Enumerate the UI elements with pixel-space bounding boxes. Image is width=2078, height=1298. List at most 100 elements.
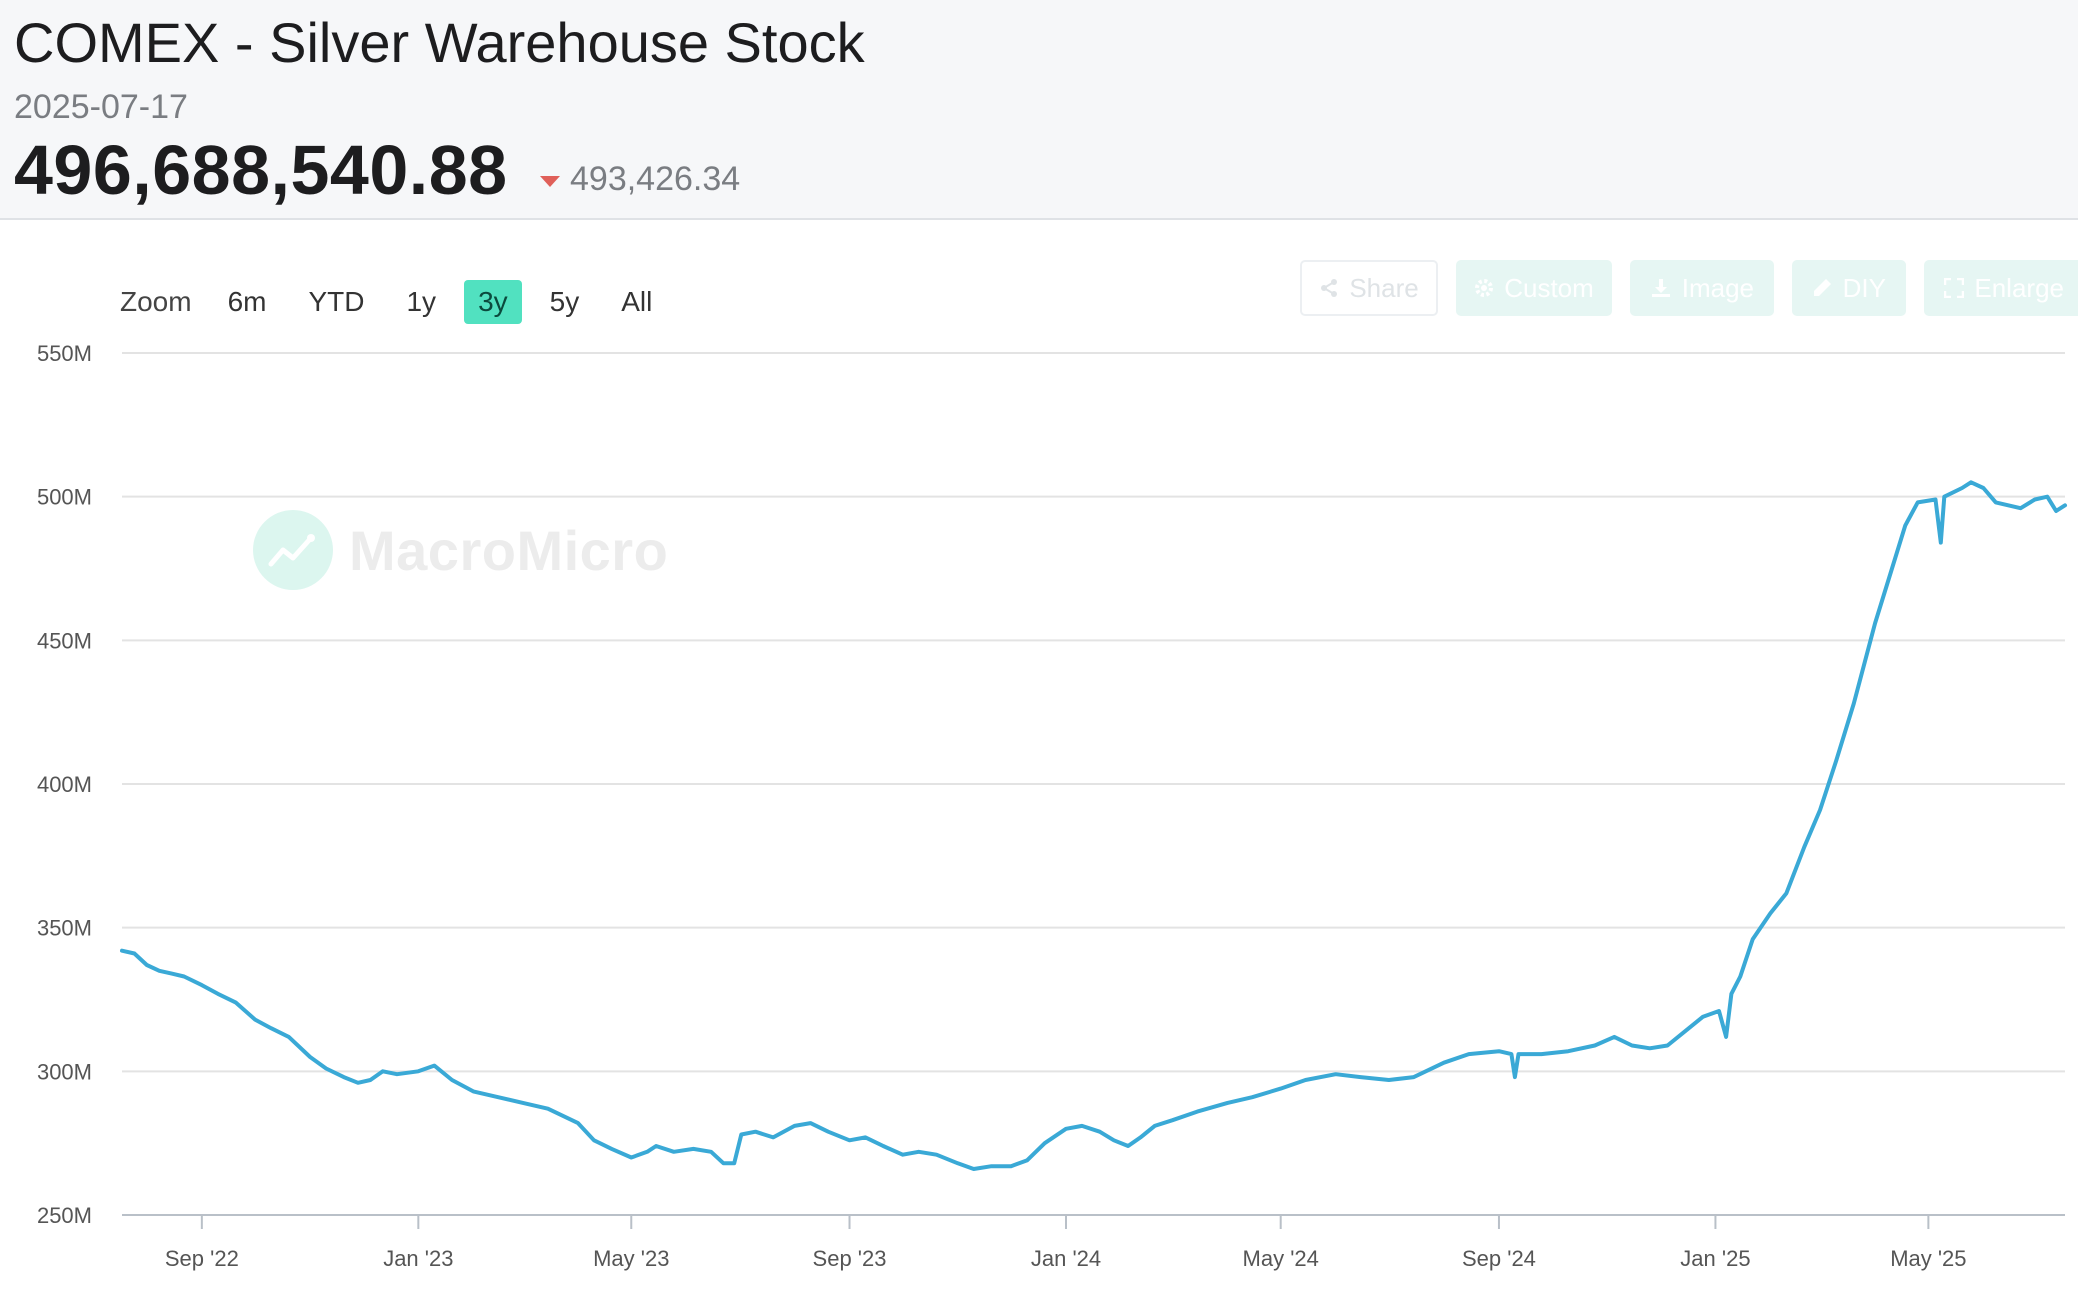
data-point	[234, 1000, 238, 1004]
data-point	[157, 969, 161, 973]
x-tick-label: May '25	[1890, 1246, 1966, 1271]
data-point	[1540, 1052, 1544, 1056]
data-point	[1933, 498, 1937, 502]
data-point	[1942, 495, 1946, 499]
data-point	[1064, 1127, 1068, 1131]
data-point	[1250, 1095, 1254, 1099]
data-point	[145, 963, 149, 967]
y-tick-label: 400M	[37, 772, 92, 797]
data-point	[917, 1150, 921, 1154]
data-point	[1873, 621, 1877, 625]
data-point	[934, 1153, 938, 1157]
data-point	[1387, 1078, 1391, 1082]
data-point	[2054, 509, 2058, 513]
data-point	[1701, 1015, 1705, 1019]
y-tick-label: 350M	[37, 916, 92, 941]
data-point	[1009, 1164, 1013, 1168]
data-point	[732, 1161, 736, 1165]
y-tick-label: 500M	[37, 485, 92, 510]
data-point	[1818, 808, 1822, 812]
data-point	[368, 1078, 372, 1082]
data-point	[1098, 1130, 1102, 1134]
data-point	[324, 1066, 328, 1070]
data-point	[432, 1064, 436, 1068]
data-point	[1784, 891, 1788, 895]
data-point	[1889, 569, 1893, 573]
data-point	[793, 1124, 797, 1128]
data-point	[863, 1135, 867, 1139]
data-point	[308, 1055, 312, 1059]
data-point	[1960, 486, 1964, 490]
data-point	[1802, 845, 1806, 849]
x-tick-label: Jan '24	[1031, 1246, 1101, 1271]
data-point	[901, 1153, 905, 1157]
data-point	[1834, 759, 1838, 763]
data-point	[1738, 975, 1742, 979]
data-point	[1225, 1101, 1229, 1105]
data-point	[269, 1026, 273, 1030]
data-point	[381, 1069, 385, 1073]
data-point	[739, 1133, 743, 1137]
data-point	[1939, 541, 1943, 545]
data-point	[753, 1130, 757, 1134]
data-point	[1279, 1087, 1283, 1091]
data-point	[496, 1095, 500, 1099]
data-point	[1630, 1043, 1634, 1047]
data-point	[132, 952, 136, 956]
data-point	[1648, 1046, 1652, 1050]
data-point	[848, 1138, 852, 1142]
y-tick-label: 550M	[37, 341, 92, 366]
data-point	[1359, 1075, 1363, 1079]
data-point	[1916, 500, 1920, 504]
data-point	[722, 1161, 726, 1165]
data-point	[1304, 1078, 1308, 1082]
data-point	[120, 949, 124, 953]
y-tick-label: 450M	[37, 628, 92, 653]
data-point	[592, 1138, 596, 1142]
data-point	[1852, 702, 1856, 706]
data-point	[1025, 1158, 1029, 1162]
data-point	[1509, 1052, 1513, 1056]
data-point	[287, 1035, 291, 1039]
data-point	[1442, 1061, 1446, 1065]
data-point	[216, 992, 220, 996]
data-point	[1717, 1009, 1721, 1013]
data-point	[416, 1069, 420, 1073]
data-point	[654, 1144, 658, 1148]
x-tick-label: Sep '23	[813, 1246, 887, 1271]
data-point	[1467, 1052, 1471, 1056]
data-point	[471, 1089, 475, 1093]
data-point	[1593, 1043, 1597, 1047]
data-point	[1043, 1141, 1047, 1145]
data-point	[1683, 1029, 1687, 1033]
data-point	[170, 972, 174, 976]
x-tick-label: May '23	[593, 1246, 669, 1271]
data-point	[1903, 523, 1907, 527]
data-point	[1724, 1035, 1728, 1039]
data-point	[2045, 495, 2049, 499]
data-point	[2033, 498, 2037, 502]
data-point	[956, 1161, 960, 1165]
data-point	[1412, 1075, 1416, 1079]
data-point	[182, 975, 186, 979]
data-point	[546, 1107, 550, 1111]
data-point	[672, 1150, 676, 1154]
x-tick-label: May '24	[1243, 1246, 1319, 1271]
data-point	[1981, 486, 1985, 490]
series-line[interactable]	[120, 480, 2067, 1171]
data-point	[610, 1147, 614, 1151]
data-point	[1139, 1135, 1143, 1139]
data-point	[881, 1144, 885, 1148]
data-point	[771, 1135, 775, 1139]
x-tick-label: Sep '22	[165, 1246, 239, 1271]
x-tick-label: Jan '25	[1680, 1246, 1750, 1271]
data-point	[395, 1072, 399, 1076]
data-point	[1516, 1052, 1520, 1056]
x-tick-label: Jan '23	[383, 1246, 453, 1271]
data-point	[826, 1130, 830, 1134]
data-point	[342, 1075, 346, 1079]
data-point	[1768, 911, 1772, 915]
data-point	[1170, 1118, 1174, 1122]
data-point	[576, 1121, 580, 1125]
x-tick-label: Sep '24	[1462, 1246, 1536, 1271]
